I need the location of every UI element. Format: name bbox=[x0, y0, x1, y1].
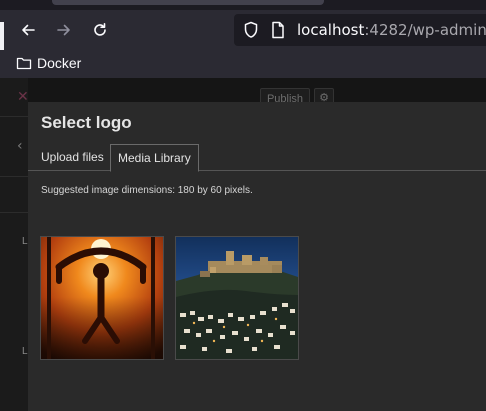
url-path: :4282/wp-admin/c bbox=[364, 21, 486, 39]
castle-town-dusk-image bbox=[176, 237, 298, 359]
bookmarks-toolbar: Docker bbox=[0, 50, 486, 78]
reload-icon bbox=[94, 23, 106, 36]
address-bar[interactable]: localhost:4282/wp-admin/c bbox=[234, 14, 486, 46]
tab-upload-files[interactable]: Upload files bbox=[34, 144, 111, 171]
sidebar-label: L bbox=[22, 236, 28, 247]
tab-media-library[interactable]: Media Library bbox=[110, 144, 199, 172]
sidebar-label: L bbox=[22, 346, 28, 357]
window-edge bbox=[0, 22, 4, 52]
active-tab-edge[interactable] bbox=[52, 0, 324, 5]
chevron-left-icon[interactable]: ‹ bbox=[17, 138, 23, 154]
sidebar-divider bbox=[0, 212, 28, 213]
arrow-left-icon bbox=[22, 24, 35, 36]
forward-button[interactable] bbox=[50, 16, 78, 44]
screen: localhost:4282/wp-admin/c Docker ✕ ‹ L L… bbox=[0, 0, 486, 411]
page-icon[interactable] bbox=[271, 21, 285, 39]
back-button[interactable] bbox=[14, 16, 42, 44]
indalo-sunset-image bbox=[41, 237, 163, 359]
shield-icon[interactable] bbox=[243, 21, 259, 39]
modal-title: Select logo bbox=[41, 113, 132, 132]
attachment-thumbnail[interactable] bbox=[40, 236, 164, 360]
suggested-dimensions-text: Suggested image dimensions: 180 by 60 pi… bbox=[41, 185, 253, 196]
close-customizer-icon[interactable]: ✕ bbox=[17, 90, 29, 104]
url-host: localhost bbox=[297, 21, 365, 39]
url-text[interactable]: localhost:4282/wp-admin/c bbox=[297, 21, 486, 39]
folder-icon bbox=[16, 57, 32, 70]
navigation-toolbar: localhost:4282/wp-admin/c bbox=[0, 10, 486, 50]
arrow-right-icon bbox=[57, 24, 70, 36]
bookmark-folder-docker[interactable]: Docker bbox=[16, 55, 81, 71]
tab-strip bbox=[0, 0, 486, 10]
sidebar-divider bbox=[0, 116, 28, 117]
attachment-thumbnail[interactable] bbox=[175, 236, 299, 360]
select-logo-modal: Select logo Upload files Media Library S… bbox=[28, 102, 486, 411]
reload-button[interactable] bbox=[86, 16, 114, 44]
sidebar-divider bbox=[0, 176, 28, 177]
bookmark-label: Docker bbox=[37, 55, 82, 71]
